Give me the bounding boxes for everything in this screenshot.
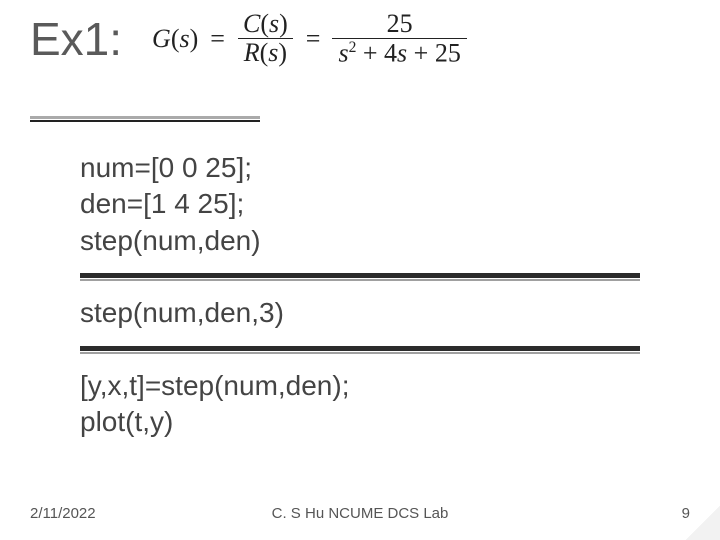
equals-icon: = — [206, 26, 229, 52]
code-block-1: num=[0 0 25]; den=[1 4 25]; step(num,den… — [80, 150, 670, 259]
footer: 2/11/2022 C. S Hu NCUME DCS Lab 9 — [30, 505, 690, 522]
eq-num25: 25 — [381, 10, 419, 38]
transfer-function-equation: G(s) = C(s) R(s) = 25 s2 + 4s + 25 — [152, 10, 467, 68]
eq-c-arg: s — [269, 9, 279, 38]
code-line: plot(t,y) — [80, 404, 670, 440]
code-line: step(num,den) — [80, 223, 670, 259]
eq-r: R — [244, 38, 260, 67]
code-block-2: step(num,den,3) — [80, 295, 670, 331]
page-corner-fold-icon — [686, 506, 720, 540]
fraction-cr: C(s) R(s) — [237, 10, 294, 67]
fraction-numbers: 25 s2 + 4s + 25 — [332, 10, 466, 68]
footer-author: C. S Hu NCUME DCS Lab — [272, 505, 449, 522]
code-line: den=[1 4 25]; — [80, 186, 670, 222]
content-area: num=[0 0 25]; den=[1 4 25]; step(num,den… — [80, 150, 670, 446]
eq-s1: s — [338, 39, 348, 68]
code-line: num=[0 0 25]; — [80, 150, 670, 186]
code-line: step(num,den,3) — [80, 295, 670, 331]
eq-s2: s — [397, 39, 407, 68]
divider — [80, 273, 670, 281]
slide-title: Ex1: — [30, 12, 122, 66]
slide: Ex1: G(s) = C(s) R(s) = 25 s2 + 4s + 25 — [0, 0, 720, 540]
eq-plus4: + 4 — [363, 39, 397, 68]
title-row: Ex1: G(s) = C(s) R(s) = 25 s2 + 4s + 25 — [30, 10, 690, 68]
eq-r-arg: s — [268, 38, 278, 67]
code-block-3: [y,x,t]=step(num,den); plot(t,y) — [80, 368, 670, 441]
eq-exp: 2 — [349, 39, 357, 56]
code-line: [y,x,t]=step(num,den); — [80, 368, 670, 404]
footer-date: 2/11/2022 — [30, 505, 96, 522]
eq-plus25: + 25 — [414, 39, 461, 68]
equals-icon-2: = — [302, 26, 325, 52]
eq-lhs-arg: s — [180, 24, 190, 53]
eq-c: C — [243, 9, 260, 38]
eq-lhs: G — [152, 24, 171, 53]
divider — [80, 346, 670, 354]
